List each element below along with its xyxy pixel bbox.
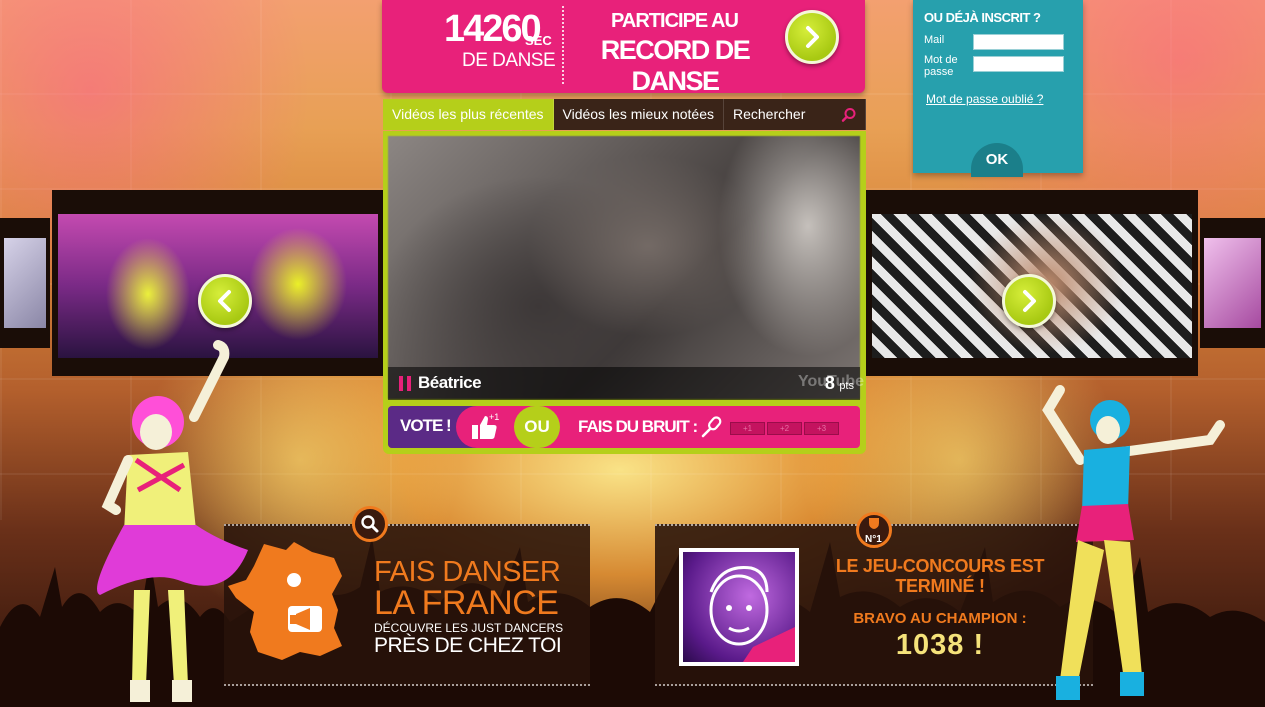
- trophy-badge: N°1: [856, 512, 892, 548]
- noise-level-2[interactable]: +2: [767, 422, 802, 435]
- vote-label: VOTE !: [400, 416, 452, 435]
- chevron-left-icon: [218, 290, 231, 312]
- tab-recent-videos[interactable]: Vidéos les plus récentes: [383, 99, 554, 130]
- points-value: 8: [824, 373, 835, 393]
- video-info-bar: Béatrice YouTube 8 pts: [388, 367, 864, 400]
- search-label: Rechercher: [733, 106, 806, 122]
- make-noise-label: FAIS DU BRUIT :: [578, 417, 698, 437]
- next-video-button[interactable]: [1002, 274, 1056, 328]
- make-noise-label-part1: FAIS DU: [578, 417, 639, 436]
- password-input[interactable]: [973, 56, 1064, 72]
- france-subtitle: DÉCOUVRE LES JUST DANCERS: [374, 621, 564, 635]
- search-badge: [352, 506, 388, 542]
- trophy-icon: N°1: [865, 518, 882, 544]
- login-title: OU DÉJÀ INSCRIT ?: [924, 10, 1041, 25]
- counter-label: DE DANSE: [462, 50, 556, 71]
- participate-label-line1[interactable]: PARTICIPE AU: [587, 10, 762, 33]
- france-map-panel[interactable]: FAIS DANSER LA FRANCE DÉCOUVRE LES JUST …: [224, 506, 590, 686]
- dancer-right-illustration: [1042, 385, 1225, 700]
- login-ok-button[interactable]: OK: [971, 143, 1023, 177]
- login-panel: OU DÉJÀ INSCRIT ? Mail Mot de passe Mot …: [913, 0, 1083, 177]
- noise-levels: +1 +2 +3: [730, 422, 841, 435]
- champion-avatar: [679, 548, 799, 666]
- or-separator: OU: [514, 406, 560, 448]
- video-frame[interactable]: [388, 136, 860, 399]
- video-thumbnail-image: [4, 238, 46, 328]
- rank-badge-text: N°1: [865, 534, 882, 544]
- dance-record-banner: 14260 SEC DE DANSE PARTICIPE AU RECORD D…: [382, 0, 865, 96]
- participate-button[interactable]: [785, 10, 839, 64]
- tab-top-rated-videos[interactable]: Vidéos les mieux notées: [553, 99, 724, 130]
- previous-video-button[interactable]: [198, 274, 252, 328]
- video-thumbnail-image: [1204, 238, 1261, 328]
- search-tab[interactable]: Rechercher: [724, 99, 866, 130]
- location-pin-icon: [287, 573, 301, 587]
- video-thumbnail-far-left[interactable]: [0, 218, 50, 348]
- video-card-next[interactable]: [866, 190, 1198, 376]
- forgot-password-link[interactable]: Mot de passe oublié ?: [926, 92, 1043, 106]
- banner-divider: [562, 6, 564, 84]
- france-title-line2: LA FRANCE: [374, 584, 559, 622]
- counter-unit: SEC: [525, 33, 552, 48]
- mail-label: Mail: [924, 34, 945, 46]
- video-thumbnail-far-right[interactable]: [1200, 218, 1265, 348]
- video-author-name: Béatrice: [418, 373, 482, 392]
- vote-up-button[interactable]: +1: [456, 406, 514, 448]
- video-points: 8 pts: [825, 373, 854, 394]
- search-icon[interactable]: [841, 107, 857, 123]
- points-unit: pts: [839, 380, 854, 392]
- france-subtitle-line2: PRÈS DE CHEZ TOI: [374, 634, 562, 657]
- vote-section: VOTE ! +1: [388, 406, 514, 448]
- dancer-left-illustration: [97, 340, 248, 702]
- mail-input[interactable]: [973, 34, 1064, 50]
- microphone-icon: [701, 416, 722, 438]
- vote-plus-one: +1: [489, 412, 499, 422]
- avatar-illustration: [709, 566, 795, 662]
- vote-bar: VOTE ! +1 OU FAIS DU BRUIT : +1 +2 +3: [388, 406, 860, 448]
- noise-level-3[interactable]: +3: [804, 422, 839, 435]
- thumbs-up-icon: +1: [472, 412, 499, 439]
- make-noise-label-part2: BRUIT :: [641, 417, 698, 436]
- password-label: Mot de passe: [924, 54, 958, 78]
- search-icon: [361, 515, 379, 533]
- main-video-player: Béatrice YouTube 8 pts VOTE ! +1 OU FAIS…: [383, 131, 866, 454]
- participate-label-line2[interactable]: RECORD DE DANSE: [580, 35, 770, 97]
- chevron-right-icon: [806, 26, 819, 48]
- noise-level-1[interactable]: +1: [730, 422, 765, 435]
- video-tabs: Vidéos les plus récentes Vidéos les mieu…: [383, 99, 866, 130]
- pause-icon[interactable]: [399, 376, 412, 391]
- chevron-right-icon: [1023, 290, 1036, 312]
